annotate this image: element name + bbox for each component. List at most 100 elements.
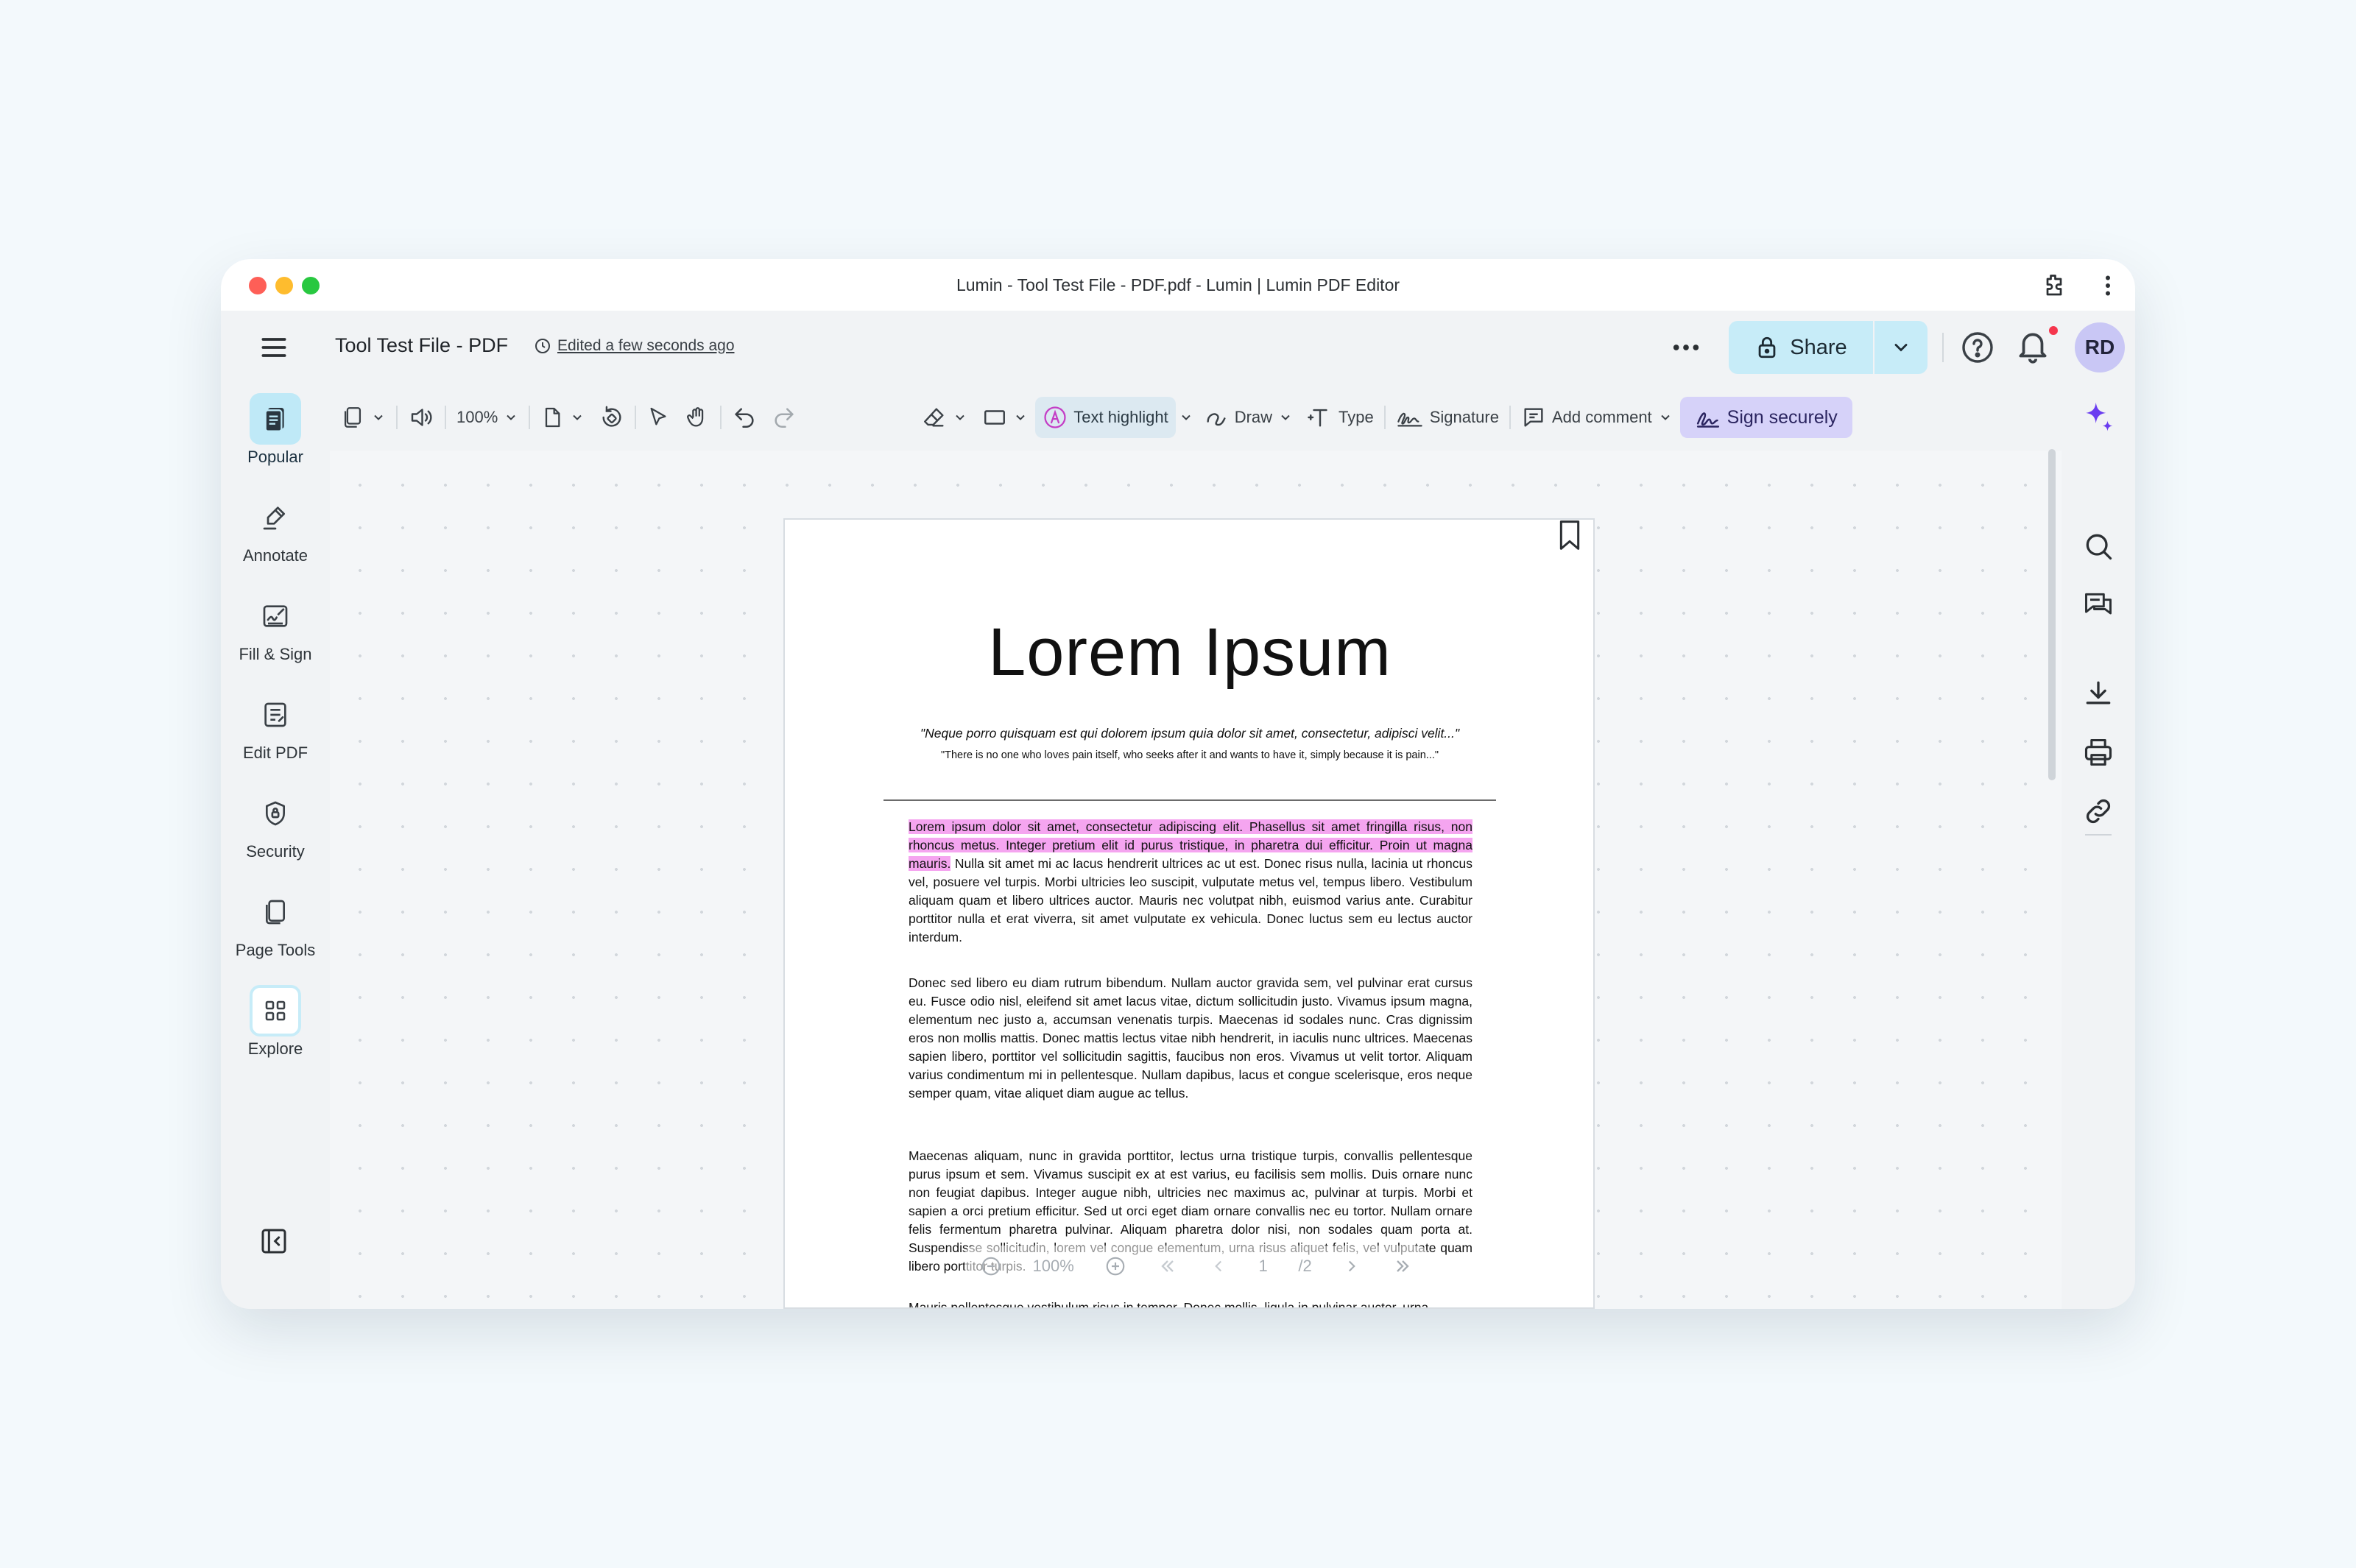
page-navigation-bar: 100% 1 /2	[964, 1246, 1428, 1287]
previous-page-icon[interactable]	[1209, 1257, 1228, 1276]
rotate-icon	[602, 406, 621, 427]
text-highlight-label: Text highlight	[1073, 408, 1168, 426]
first-page-icon[interactable]	[1157, 1256, 1178, 1276]
undo-button[interactable]	[724, 397, 764, 438]
sign-securely-button[interactable]: Sign securely	[1679, 397, 1852, 438]
window-title: Lumin - Tool Test File - PDF.pdf - Lumin…	[956, 275, 1400, 294]
edit-status[interactable]: Edited a few seconds ago	[534, 337, 735, 355]
speaker-icon	[411, 409, 432, 426]
total-pages: /2	[1298, 1257, 1312, 1275]
paragraph-1: Lorem ipsum dolor sit amet, consectetur …	[909, 818, 1472, 947]
sidebar-label-popular: Popular	[247, 448, 303, 466]
window-menu-icon[interactable]	[2101, 272, 2115, 299]
select-tool-button[interactable]	[639, 397, 677, 438]
rotate-button[interactable]	[592, 397, 632, 438]
canvas-scrollbar[interactable]	[2048, 449, 2056, 780]
link-icon[interactable]	[2082, 795, 2115, 827]
page-view-dropdown[interactable]	[333, 397, 393, 438]
text-type-icon	[1308, 409, 1327, 427]
lock-icon	[1758, 336, 1776, 359]
download-icon[interactable]	[2082, 677, 2115, 710]
page-layout-dropdown[interactable]	[533, 397, 592, 438]
eraser-dropdown[interactable]	[914, 397, 975, 438]
pages-icon	[344, 407, 361, 428]
text-highlight-tool[interactable]: Text highlight	[1035, 397, 1176, 438]
current-page-number[interactable]: 1	[1258, 1257, 1267, 1276]
sidebar-item-popular[interactable]: Popular	[221, 393, 330, 480]
cursor-icon	[650, 407, 666, 425]
right-tool-rail	[2062, 384, 2135, 1309]
rectangle-icon	[984, 410, 1006, 425]
sidebar-label-explore: Explore	[247, 1039, 303, 1058]
pager-zoom-value[interactable]: 100%	[1033, 1257, 1074, 1276]
document-rule	[884, 799, 1496, 801]
chevron-down-icon	[956, 414, 964, 420]
toolbar-divider	[720, 406, 722, 429]
page-tools-icon	[250, 886, 301, 938]
app-header: Tool Test File - PDF Edited a few second…	[221, 311, 2135, 384]
sidebar-item-security[interactable]: Security	[221, 788, 330, 875]
document-icon	[546, 407, 560, 428]
sign-securely-label: Sign securely	[1727, 406, 1838, 428]
type-tool[interactable]: Type	[1300, 397, 1381, 438]
signature-icon	[1397, 412, 1422, 427]
zoom-out-icon[interactable]	[980, 1255, 1002, 1277]
hamburger-menu-icon[interactable]	[258, 331, 290, 364]
pan-tool-button[interactable]	[677, 397, 717, 438]
sidebar-label-edit-pdf: Edit PDF	[242, 744, 308, 762]
search-icon[interactable]	[2082, 530, 2115, 562]
chevron-down-icon	[1181, 414, 1191, 420]
collapse-sidebar-icon[interactable]	[259, 1226, 289, 1256]
toolbar-divider	[396, 406, 398, 429]
sidebar-label-page-tools: Page Tools	[235, 941, 316, 959]
shape-dropdown[interactable]	[975, 397, 1035, 438]
share-button[interactable]: Share	[1729, 321, 1873, 374]
print-icon[interactable]	[2082, 736, 2115, 769]
last-page-icon[interactable]	[1392, 1256, 1413, 1276]
toolbar-divider	[1383, 406, 1386, 429]
add-comment-tool[interactable]: Add comment	[1514, 397, 1680, 438]
zoom-in-icon[interactable]	[1104, 1255, 1126, 1277]
edit-pdf-icon	[250, 689, 301, 741]
sidebar-item-edit-pdf[interactable]: Edit PDF	[221, 689, 330, 776]
draw-icon	[1207, 413, 1226, 426]
header-divider	[1942, 333, 1944, 362]
document-title[interactable]: Tool Test File - PDF	[335, 334, 508, 357]
document-heading: Lorem Ipsum	[988, 615, 1392, 690]
bookmark-icon[interactable]	[1555, 518, 1584, 554]
sidebar-item-page-tools[interactable]: Page Tools	[221, 886, 330, 973]
share-dropdown-button[interactable]	[1874, 321, 1928, 374]
shield-icon	[250, 788, 301, 839]
comments-panel-icon[interactable]	[2082, 589, 2115, 621]
user-avatar[interactable]: RD	[2075, 322, 2125, 372]
help-icon[interactable]	[1960, 330, 1995, 365]
share-label: Share	[1790, 335, 1847, 359]
pdf-page[interactable]: Lorem Ipsum "Neque porro quisquam est qu…	[783, 518, 1595, 1309]
redo-button[interactable]	[764, 397, 804, 438]
zoom-dropdown[interactable]: 100%	[449, 397, 526, 438]
more-options-icon[interactable]	[1668, 333, 1704, 362]
paragraph-2: Donec sed libero eu diam rutrum bibendum…	[909, 975, 1472, 1101]
text-highlight-dropdown[interactable]	[1176, 397, 1196, 438]
sidebar-item-fill-sign[interactable]: Fill & Sign	[221, 590, 330, 677]
document-quote-english: "There is no one who loves pain itself, …	[940, 749, 1439, 761]
edit-status-label[interactable]: Edited a few seconds ago	[557, 337, 735, 355]
highlighter-icon	[1044, 406, 1066, 428]
popular-icon	[250, 393, 301, 445]
toolbar-divider	[529, 406, 531, 429]
notification-bell-icon[interactable]	[2014, 327, 2051, 367]
sidebar-item-explore[interactable]: Explore	[221, 985, 330, 1072]
rail-divider	[2085, 834, 2112, 836]
sidebar-item-annotate[interactable]: Annotate	[221, 492, 330, 579]
chevron-down-icon	[1894, 344, 1908, 352]
toolbar-divider	[1509, 406, 1511, 429]
sidebar-label-security: Security	[246, 842, 305, 861]
next-page-icon[interactable]	[1342, 1257, 1361, 1276]
share-button-group: Share	[1729, 321, 1928, 374]
read-aloud-button[interactable]	[401, 397, 442, 438]
signature-tool[interactable]: Signature	[1389, 397, 1506, 438]
fill-sign-icon	[250, 590, 301, 642]
add-comment-label: Add comment	[1551, 408, 1652, 426]
extensions-icon[interactable]	[2041, 272, 2067, 299]
draw-tool[interactable]: Draw	[1196, 397, 1300, 438]
